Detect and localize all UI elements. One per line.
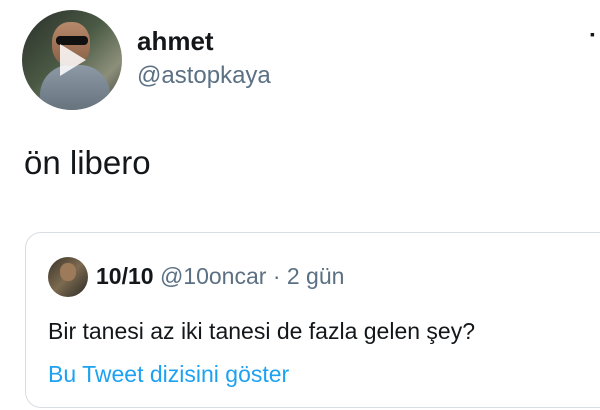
author-name[interactable]: ahmet bbox=[137, 26, 214, 57]
quoted-tweet-header: 10/10 @10oncar · 2 gün bbox=[96, 263, 344, 290]
more-options-icon[interactable]: ▪ bbox=[590, 26, 595, 42]
quoted-tweet-text: Bir tanesi az iki tanesi de fazla gelen … bbox=[48, 318, 476, 344]
author-avatar[interactable] bbox=[22, 10, 122, 110]
author-handle[interactable]: @astopkaya bbox=[137, 62, 271, 90]
show-thread-link[interactable]: Bu Tweet dizisini göster bbox=[48, 361, 289, 388]
header-separator: · bbox=[272, 263, 281, 289]
quoted-author-name: 10/10 bbox=[96, 263, 154, 289]
quoted-author-avatar bbox=[48, 257, 88, 297]
quoted-author-handle: @10oncar bbox=[159, 263, 267, 289]
quoted-tweet-time: 2 gün bbox=[286, 263, 345, 289]
quoted-tweet-card[interactable]: 10/10 @10oncar · 2 gün Bir tanesi az iki… bbox=[25, 232, 600, 408]
tweet-text: ön libero bbox=[24, 144, 151, 181]
quoted-avatar-face bbox=[60, 263, 76, 281]
play-icon bbox=[60, 44, 86, 76]
